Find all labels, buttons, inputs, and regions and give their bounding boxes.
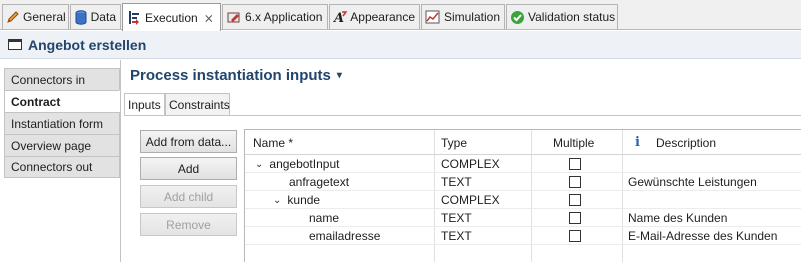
tab-general-label: General bbox=[23, 10, 66, 24]
svg-text:A: A bbox=[333, 11, 344, 24]
tab-general[interactable]: General bbox=[2, 4, 69, 29]
side-tab-contract[interactable]: Contract bbox=[4, 90, 120, 112]
execution-icon bbox=[126, 10, 142, 26]
tab-validation-status-label: Validation status bbox=[528, 10, 616, 24]
side-tab-instantiation-form[interactable]: Instantiation form bbox=[4, 112, 120, 134]
side-tab-list: Connectors in Contract Instantiation for… bbox=[4, 68, 120, 178]
table-row[interactable]: name TEXT Name des Kunden bbox=[245, 209, 801, 227]
database-icon bbox=[74, 9, 88, 25]
type-cell[interactable]: TEXT bbox=[441, 173, 472, 191]
description-cell[interactable]: E-Mail-Adresse des Kunden bbox=[628, 227, 777, 245]
table-row[interactable]: ⌄ angebotInput COMPLEX bbox=[245, 155, 801, 173]
row-name: angebotInput bbox=[269, 157, 340, 171]
side-tab-overview-page[interactable]: Overview page bbox=[4, 134, 120, 156]
name-cell[interactable]: ⌄ kunde bbox=[273, 191, 320, 209]
type-cell[interactable]: TEXT bbox=[441, 209, 472, 227]
info-icon-glyph: i bbox=[635, 135, 640, 150]
validation-check-icon bbox=[510, 9, 525, 25]
add-child-button[interactable]: Add child bbox=[140, 185, 237, 208]
table-header: Name * Type Multiple i Description bbox=[245, 130, 801, 155]
multiple-checkbox[interactable] bbox=[569, 212, 581, 224]
name-cell[interactable]: anfragetext bbox=[289, 173, 349, 191]
tab-execution[interactable]: Execution ⨯ bbox=[122, 3, 221, 31]
chevron-down-icon[interactable]: ⌄ bbox=[255, 159, 263, 170]
column-header-name[interactable]: Name * bbox=[253, 130, 293, 155]
tab-application-label: 6.x Application bbox=[245, 10, 323, 24]
multiple-checkbox[interactable] bbox=[569, 194, 581, 206]
appearance-icon: A bbox=[333, 9, 348, 25]
table-row[interactable]: anfragetext TEXT Gewünschte Leistungen bbox=[245, 173, 801, 191]
section-title-text: Process instantiation inputs bbox=[130, 67, 331, 84]
application-icon bbox=[226, 9, 242, 25]
type-cell[interactable]: COMPLEX bbox=[441, 155, 500, 173]
table-row[interactable]: emailadresse TEXT E-Mail-Adresse des Kun… bbox=[245, 227, 801, 245]
row-name: kunde bbox=[287, 193, 321, 207]
remove-button[interactable]: Remove bbox=[140, 213, 237, 236]
column-header-description[interactable]: Description bbox=[656, 130, 716, 155]
chevron-down-icon[interactable]: ⌄ bbox=[273, 195, 281, 206]
side-tab-connectors-in[interactable]: Connectors in bbox=[4, 68, 120, 90]
name-cell[interactable]: ⌄ angebotInput bbox=[255, 155, 339, 173]
inputs-table: Name * Type Multiple i Description ⌄ ang… bbox=[244, 129, 801, 262]
tab-application[interactable]: 6.x Application bbox=[222, 4, 328, 29]
tab-appearance[interactable]: A Appearance bbox=[329, 4, 420, 29]
type-cell[interactable]: COMPLEX bbox=[441, 191, 500, 209]
multiple-checkbox[interactable] bbox=[569, 158, 581, 170]
tab-data-label: Data bbox=[90, 10, 116, 24]
tab-appearance-label: Appearance bbox=[350, 10, 415, 24]
multiple-checkbox[interactable] bbox=[569, 176, 581, 188]
tab-constraints[interactable]: Constraints bbox=[165, 93, 230, 116]
simulation-icon bbox=[425, 9, 441, 25]
tab-simulation[interactable]: Simulation bbox=[421, 4, 505, 29]
description-cell[interactable]: Name des Kunden bbox=[628, 209, 727, 227]
description-cell[interactable]: Gewünschte Leistungen bbox=[628, 173, 757, 191]
properties-tab-bar: General Data Execution ⨯ 6.x Application… bbox=[0, 0, 801, 31]
tab-simulation-label: Simulation bbox=[443, 10, 500, 24]
page-title: Angebot erstellen bbox=[28, 36, 147, 53]
tab-inputs[interactable]: Inputs bbox=[124, 93, 165, 116]
add-from-data-button[interactable]: Add from data... bbox=[140, 130, 237, 153]
pencil-icon bbox=[6, 9, 20, 25]
name-cell[interactable]: name bbox=[309, 209, 339, 227]
section-title-dropdown[interactable]: Process instantiation inputs ▾ bbox=[130, 67, 342, 84]
side-tab-connectors-out[interactable]: Connectors out bbox=[4, 156, 120, 178]
info-icon: i bbox=[635, 130, 640, 155]
column-header-multiple[interactable]: Multiple bbox=[553, 130, 594, 155]
close-icon[interactable]: ⨯ bbox=[204, 11, 214, 25]
name-cell[interactable]: emailadresse bbox=[309, 227, 380, 245]
tab-validation-status[interactable]: Validation status bbox=[506, 4, 618, 29]
tab-data[interactable]: Data bbox=[70, 4, 121, 29]
table-row[interactable]: ⌄ kunde COMPLEX bbox=[245, 191, 801, 209]
window-icon bbox=[8, 39, 22, 50]
column-header-type[interactable]: Type bbox=[441, 130, 467, 155]
editor-title-bar: Angebot erstellen bbox=[0, 31, 801, 59]
chevron-down-icon: ▾ bbox=[336, 70, 342, 81]
multiple-checkbox[interactable] bbox=[569, 230, 581, 242]
tab-execution-label: Execution bbox=[145, 10, 198, 25]
type-cell[interactable]: TEXT bbox=[441, 227, 472, 245]
side-tabs-divider bbox=[120, 60, 121, 262]
inner-tab-divider bbox=[124, 115, 801, 116]
add-button[interactable]: Add bbox=[140, 157, 237, 180]
